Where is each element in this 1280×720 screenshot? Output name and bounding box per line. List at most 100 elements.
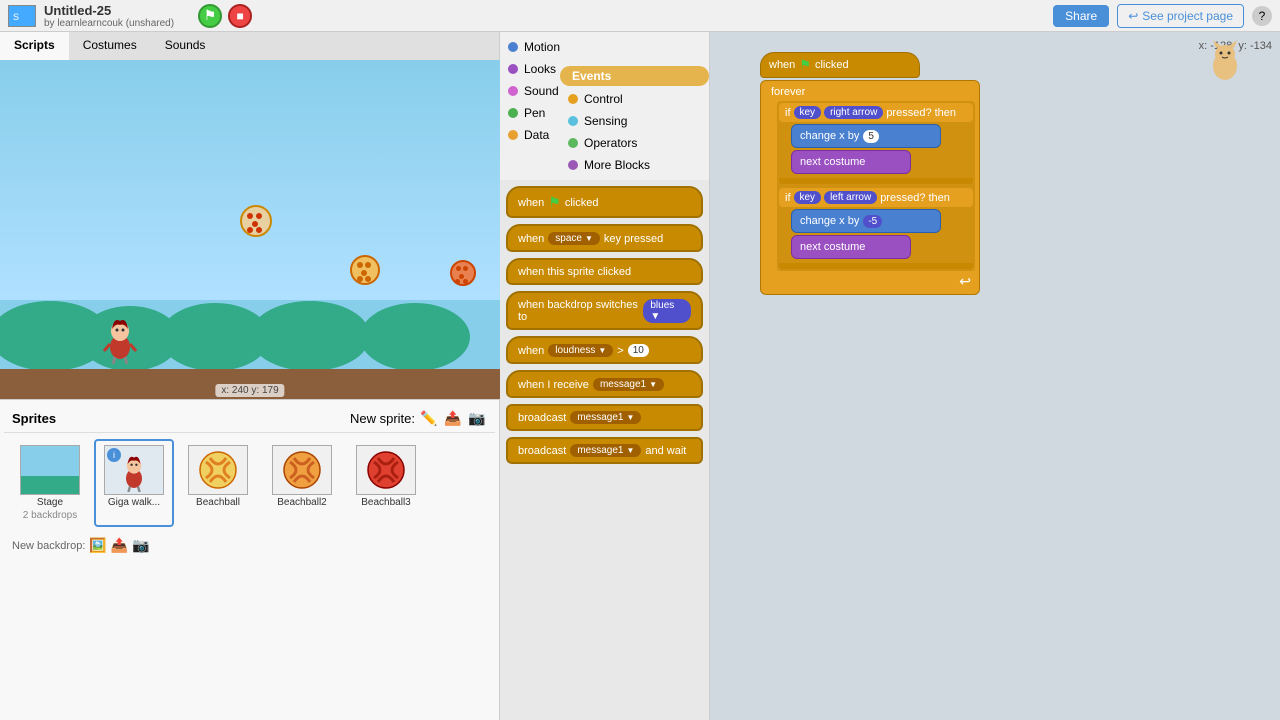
tab-costumes[interactable]: Costumes (69, 32, 151, 60)
cat-more-blocks[interactable]: More Blocks (560, 154, 709, 176)
sprite-subname-stage: 2 backdrops (23, 510, 77, 521)
block-when-loudness[interactable]: when loudness ▼ > 10 (506, 336, 703, 364)
block-when-backdrop-switches[interactable]: when backdrop switches to blues ▼ (506, 291, 703, 330)
block-when-receive[interactable]: when I receive message1 ▼ (506, 370, 703, 398)
sprite-name-beachball2: Beachball2 (277, 497, 326, 508)
block-broadcast[interactable]: broadcast message1 ▼ (506, 404, 703, 431)
backdrop-camera-icon[interactable]: 📷 (132, 537, 149, 554)
cat-sensing[interactable]: Sensing (560, 110, 709, 132)
help-button[interactable]: ? (1252, 6, 1272, 26)
stop-button[interactable]: ■ (228, 4, 252, 28)
code-if-right-block[interactable]: if key right arrow pressed? then (779, 103, 973, 122)
code-panel[interactable]: x: -128 y: -134 when (710, 32, 1280, 720)
top-bar: S Untitled-25 by learnlearncouk (unshare… (0, 0, 1280, 32)
new-sprite-label: New sprite: (350, 411, 415, 426)
cat-more-blocks-dot (568, 160, 578, 170)
cat-control[interactable]: Control (560, 88, 709, 110)
code-next-costume-1-label: next costume (800, 156, 865, 168)
cat-events-label: Events (572, 69, 611, 83)
code-block-when-flag[interactable]: when ⚑ clicked (760, 52, 920, 78)
cat-sound-label: Sound (524, 84, 559, 98)
ball-3 (450, 260, 476, 286)
code-if-left-block[interactable]: if key left arrow pressed? then (779, 188, 973, 207)
hill-4 (250, 301, 370, 371)
cat-operators[interactable]: Operators (560, 132, 709, 154)
flag-icon: ⚑ (548, 194, 561, 211)
code-when-label: when (769, 59, 795, 71)
upload-sprite-icon[interactable]: 📤 (443, 408, 463, 428)
block-clicked-label: clicked (565, 197, 599, 209)
cat-operators-label: Operators (584, 136, 637, 150)
backdrop-upload-icon[interactable]: 📤 (111, 537, 128, 554)
cat-looks-dot (508, 64, 518, 74)
sprite-item-beachball2[interactable]: Beachball2 (262, 439, 342, 527)
block-broadcast-wait[interactable]: broadcast message1 ▼ and wait (506, 437, 703, 464)
code-forever-label: forever (765, 83, 975, 101)
camera-sprite-icon[interactable]: 📷 (467, 408, 487, 428)
block-receive-dropdown[interactable]: message1 ▼ (593, 378, 664, 391)
cat-operators-dot (568, 138, 578, 148)
cat-looks-label: Looks (524, 62, 556, 76)
xy-display: x: 240 y: 179 (215, 384, 284, 397)
cat-control-label: Control (584, 92, 623, 106)
paint-sprite-icon[interactable]: ✏️ (419, 408, 439, 428)
sprite-item-stage[interactable]: Stage 2 backdrops (10, 439, 90, 527)
code-key-right-dropdown[interactable]: key (794, 106, 822, 119)
stage-sky (0, 60, 500, 300)
cat-data-label: Data (524, 128, 549, 142)
cat-sound-dot (508, 86, 518, 96)
ball-2 (350, 255, 380, 285)
code-then-label: then (935, 107, 956, 119)
code-block-forever[interactable]: forever if key right arrow pressed? then… (760, 80, 980, 295)
tab-sounds[interactable]: Sounds (151, 32, 220, 60)
code-x-val-5[interactable]: 5 (863, 130, 879, 143)
block-loudness-dropdown[interactable]: loudness ▼ (548, 344, 613, 357)
tab-scripts[interactable]: Scripts (0, 32, 69, 60)
code-change-x-label: change x by (800, 130, 859, 142)
cat-events[interactable]: Events (560, 66, 709, 86)
code-right-arrow-val[interactable]: right arrow (824, 106, 883, 119)
sprites-header: Sprites New sprite: ✏️ 📤 📷 (4, 404, 495, 433)
cat-motion[interactable]: Motion (500, 36, 709, 58)
character-sprite (100, 309, 140, 364)
code-x-val-neg5[interactable]: -5 (863, 215, 882, 228)
block-sprite-clicked-label: when this sprite clicked (518, 266, 631, 278)
code-block-change-x-5[interactable]: change x by 5 (791, 124, 941, 148)
block-when-sprite-clicked[interactable]: when this sprite clicked (506, 258, 703, 285)
block-when-label: when (518, 197, 544, 209)
cat-pen-dot (508, 108, 518, 118)
block-when-key-pressed[interactable]: when space ▼ key pressed (506, 224, 703, 252)
block-broadcast-wait-dropdown[interactable]: message1 ▼ (570, 444, 641, 457)
backdrop-paint-icon[interactable]: 🖼️ (89, 537, 106, 554)
cat-pen-label: Pen (524, 106, 545, 120)
sprite-item-beachball3[interactable]: Beachball3 (346, 439, 426, 527)
block-backdrop-dropdown[interactable]: blues ▼ (643, 299, 691, 323)
sprite-item-giga[interactable]: i Giga walk... (94, 439, 174, 527)
see-project-label: See project page (1142, 9, 1233, 23)
hill-5 (360, 303, 470, 371)
blocks-panel: Motion Looks Sound Pen Data (500, 32, 710, 720)
code-key-left-dropdown[interactable]: key (794, 191, 822, 204)
code-block-next-costume-2[interactable]: next costume (791, 235, 911, 259)
block-when-clicked[interactable]: when ⚑ clicked (506, 186, 703, 218)
code-if-label: if (785, 107, 791, 119)
sprite-item-beachball[interactable]: Beachball (178, 439, 258, 527)
code-block-next-costume-1[interactable]: next costume (791, 150, 911, 174)
code-clicked-label: clicked (815, 59, 849, 71)
code-if2-label: if (785, 192, 791, 204)
code-left-arrow-val[interactable]: left arrow (824, 191, 877, 204)
sprite-info-badge[interactable]: i (107, 448, 121, 462)
code-loop-arrow: ↩ (765, 271, 975, 292)
code-if-close-2 (779, 263, 973, 269)
block-broadcast-dropdown[interactable]: message1 ▼ (570, 411, 641, 424)
block-key-dropdown[interactable]: space ▼ (548, 232, 600, 245)
see-project-button[interactable]: ↩ See project page (1117, 4, 1244, 28)
green-flag-button[interactable]: ⚑ (198, 4, 222, 28)
code-flag-icon: ⚑ (799, 57, 811, 73)
block-loudness-val[interactable]: 10 (628, 344, 649, 357)
code-forever-inner: if key right arrow pressed? then change … (777, 101, 975, 271)
sprite-actions: ✏️ 📤 📷 (419, 408, 487, 428)
code-block-change-x-neg5[interactable]: change x by -5 (791, 209, 941, 233)
share-button[interactable]: Share (1053, 5, 1109, 27)
sprite-name-giga: Giga walk... (108, 497, 160, 508)
